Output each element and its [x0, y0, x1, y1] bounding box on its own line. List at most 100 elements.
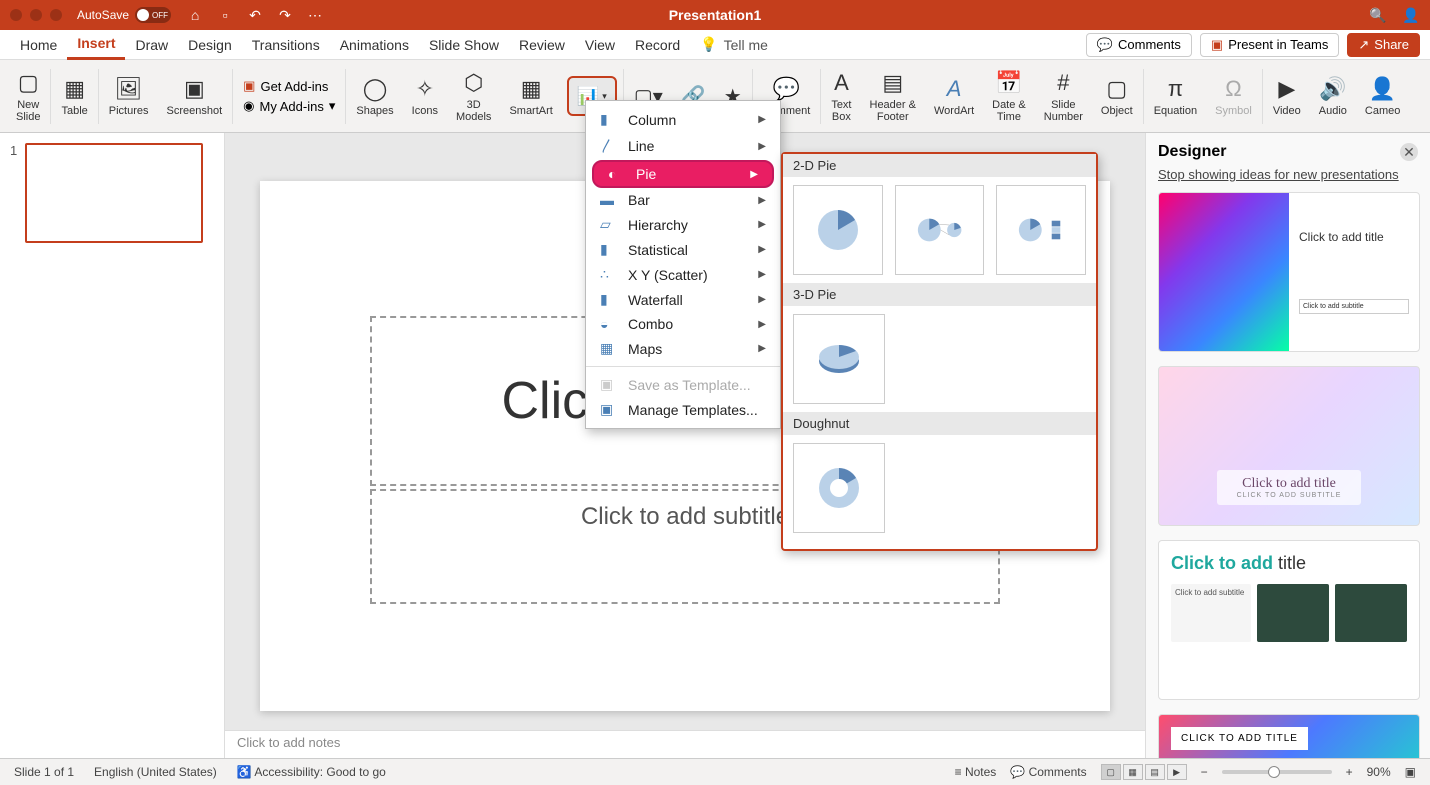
- tell-me-search[interactable]: 💡 Tell me: [700, 36, 768, 53]
- menu-item-line[interactable]: 〳Line▶: [586, 132, 780, 160]
- notes-pane[interactable]: Click to add notes: [225, 730, 1145, 758]
- normal-view-button[interactable]: ▢: [1101, 764, 1121, 780]
- autosave-control[interactable]: AutoSave OFF: [77, 7, 171, 23]
- zoom-thumb[interactable]: [1268, 766, 1280, 778]
- tab-slideshow[interactable]: Slide Show: [419, 30, 509, 60]
- slide-thumbnail[interactable]: [25, 143, 203, 243]
- designer-title: Designer: [1158, 143, 1226, 161]
- design-preview-image: [1257, 584, 1329, 642]
- menu-item-bar[interactable]: ▬Bar▶: [586, 188, 780, 212]
- close-window-icon[interactable]: [10, 9, 22, 21]
- bar-chart-icon: ▬: [600, 192, 618, 208]
- wordart-button[interactable]: AWordArt: [926, 60, 982, 132]
- icons-button[interactable]: ✧Icons: [404, 60, 446, 132]
- tab-animations[interactable]: Animations: [330, 30, 419, 60]
- my-addins-button[interactable]: ◉My Add-ins ▾: [243, 98, 335, 114]
- slideshow-view-button[interactable]: ▶: [1167, 764, 1187, 780]
- symbol-button[interactable]: ΩSymbol: [1207, 60, 1260, 132]
- pie-3d-option[interactable]: [793, 314, 885, 404]
- more-icon[interactable]: ⋯: [306, 6, 324, 24]
- minimize-window-icon[interactable]: [30, 9, 42, 21]
- comments-button[interactable]: 💬Comments: [1086, 33, 1192, 57]
- tab-design[interactable]: Design: [178, 30, 242, 60]
- tab-record[interactable]: Record: [625, 30, 690, 60]
- zoom-in-button[interactable]: +: [1346, 765, 1353, 779]
- tab-review[interactable]: Review: [509, 30, 575, 60]
- reading-view-button[interactable]: ▤: [1145, 764, 1165, 780]
- sorter-view-button[interactable]: ▦: [1123, 764, 1143, 780]
- smartart-button[interactable]: ▦SmartArt: [501, 60, 560, 132]
- search-icon[interactable]: 🔍: [1369, 6, 1387, 24]
- pie-2d-option[interactable]: [793, 185, 883, 275]
- zoom-slider[interactable]: [1222, 770, 1332, 774]
- menu-item-scatter[interactable]: ∴X Y (Scatter)▶: [586, 262, 780, 287]
- slidenumber-button[interactable]: #Slide Number: [1036, 60, 1091, 132]
- tab-insert[interactable]: Insert: [67, 30, 125, 60]
- new-slide-button[interactable]: ▢New Slide: [8, 60, 48, 132]
- fit-to-window-button[interactable]: ▣: [1405, 765, 1416, 779]
- menu-item-manage-templates[interactable]: ▣Manage Templates...: [586, 397, 780, 422]
- tab-view[interactable]: View: [575, 30, 625, 60]
- close-icon[interactable]: ✕: [1400, 143, 1418, 161]
- doughnut-option[interactable]: [793, 443, 885, 533]
- save-icon[interactable]: ▫: [216, 6, 234, 24]
- table-button[interactable]: ▦Table: [53, 60, 95, 132]
- present-teams-button[interactable]: ▣Present in Teams: [1200, 33, 1340, 57]
- design-idea-card[interactable]: Click to add title Click to add subtitle: [1158, 540, 1420, 700]
- textbox-button[interactable]: AText Box: [823, 60, 859, 132]
- shapes-button[interactable]: ◯Shapes: [348, 60, 401, 132]
- share-button[interactable]: ↗Share: [1347, 33, 1420, 57]
- titlebar: AutoSave OFF ⌂ ▫ ↶ ↷ ⋯ Presentation1 🔍 👤: [0, 0, 1430, 30]
- cameo-button[interactable]: 👤Cameo: [1357, 60, 1408, 132]
- pie-chart-submenu: 2-D Pie 3-D Pie Doughnut: [781, 152, 1098, 551]
- notes-toggle[interactable]: ≡ Notes: [955, 765, 997, 779]
- autosave-toggle[interactable]: OFF: [135, 7, 171, 23]
- screenshot-button[interactable]: ▣Screenshot: [159, 60, 231, 132]
- manage-templates-icon: ▣: [600, 401, 618, 418]
- zoom-level[interactable]: 90%: [1367, 765, 1391, 779]
- video-icon: ▶: [1278, 75, 1295, 103]
- audio-button[interactable]: 🔊Audio: [1311, 60, 1355, 132]
- menu-item-waterfall[interactable]: ▮Waterfall▶: [586, 287, 780, 312]
- menu-item-pie[interactable]: ◐Pie▶: [592, 160, 774, 188]
- 3d-models-button[interactable]: ⬡3D Models: [448, 60, 499, 132]
- lightbulb-icon: 💡: [700, 36, 717, 53]
- design-idea-card[interactable]: CLICK TO ADD TITLE: [1158, 714, 1420, 758]
- object-button[interactable]: ▢Object: [1093, 60, 1141, 132]
- zoom-out-button[interactable]: −: [1201, 765, 1208, 779]
- tab-draw[interactable]: Draw: [125, 30, 178, 60]
- design-preview-image: [1335, 584, 1407, 642]
- menu-item-combo[interactable]: ◒Combo▶: [586, 312, 780, 336]
- header-footer-button[interactable]: ▤Header & Footer: [862, 60, 924, 132]
- cube-icon: ⬡: [464, 69, 483, 97]
- design-idea-card[interactable]: Click to add title Click to add subtitle: [1158, 192, 1420, 352]
- redo-icon[interactable]: ↷: [276, 6, 294, 24]
- stop-ideas-link[interactable]: Stop showing ideas for new presentations: [1158, 167, 1418, 182]
- menu-item-statistical[interactable]: ▮Statistical▶: [586, 237, 780, 262]
- slide-number-label: 1: [10, 143, 17, 243]
- maximize-window-icon[interactable]: [50, 9, 62, 21]
- menu-item-column[interactable]: ▮Column▶: [586, 107, 780, 132]
- language-indicator[interactable]: English (United States): [94, 765, 217, 779]
- undo-icon[interactable]: ↶: [246, 6, 264, 24]
- account-icon[interactable]: 👤: [1402, 6, 1420, 24]
- submenu-header-2d: 2-D Pie: [783, 154, 1096, 177]
- bar-of-pie-option[interactable]: [996, 185, 1086, 275]
- tab-home[interactable]: Home: [10, 30, 67, 60]
- design-idea-card[interactable]: Click to add title CLICK TO ADD SUBTITLE: [1158, 366, 1420, 526]
- present-icon: ▣: [1211, 37, 1223, 53]
- get-addins-button[interactable]: ▣Get Add-ins: [243, 78, 335, 94]
- pie-of-pie-option[interactable]: [895, 185, 985, 275]
- video-button[interactable]: ▶Video: [1265, 60, 1309, 132]
- chevron-right-icon: ▶: [758, 343, 766, 354]
- pictures-button[interactable]: 🖼Pictures: [101, 60, 157, 132]
- comments-toggle[interactable]: 💬 Comments: [1010, 765, 1086, 779]
- pictures-icon: 🖼: [115, 75, 143, 103]
- accessibility-status[interactable]: ♿ Accessibility: Good to go: [237, 765, 386, 779]
- menu-item-hierarchy[interactable]: ▱Hierarchy▶: [586, 212, 780, 237]
- home-icon[interactable]: ⌂: [186, 6, 204, 24]
- tab-transitions[interactable]: Transitions: [242, 30, 330, 60]
- menu-item-maps[interactable]: ▦Maps▶: [586, 336, 780, 361]
- equation-button[interactable]: πEquation: [1146, 60, 1205, 132]
- datetime-button[interactable]: 📅Date & Time: [984, 60, 1034, 132]
